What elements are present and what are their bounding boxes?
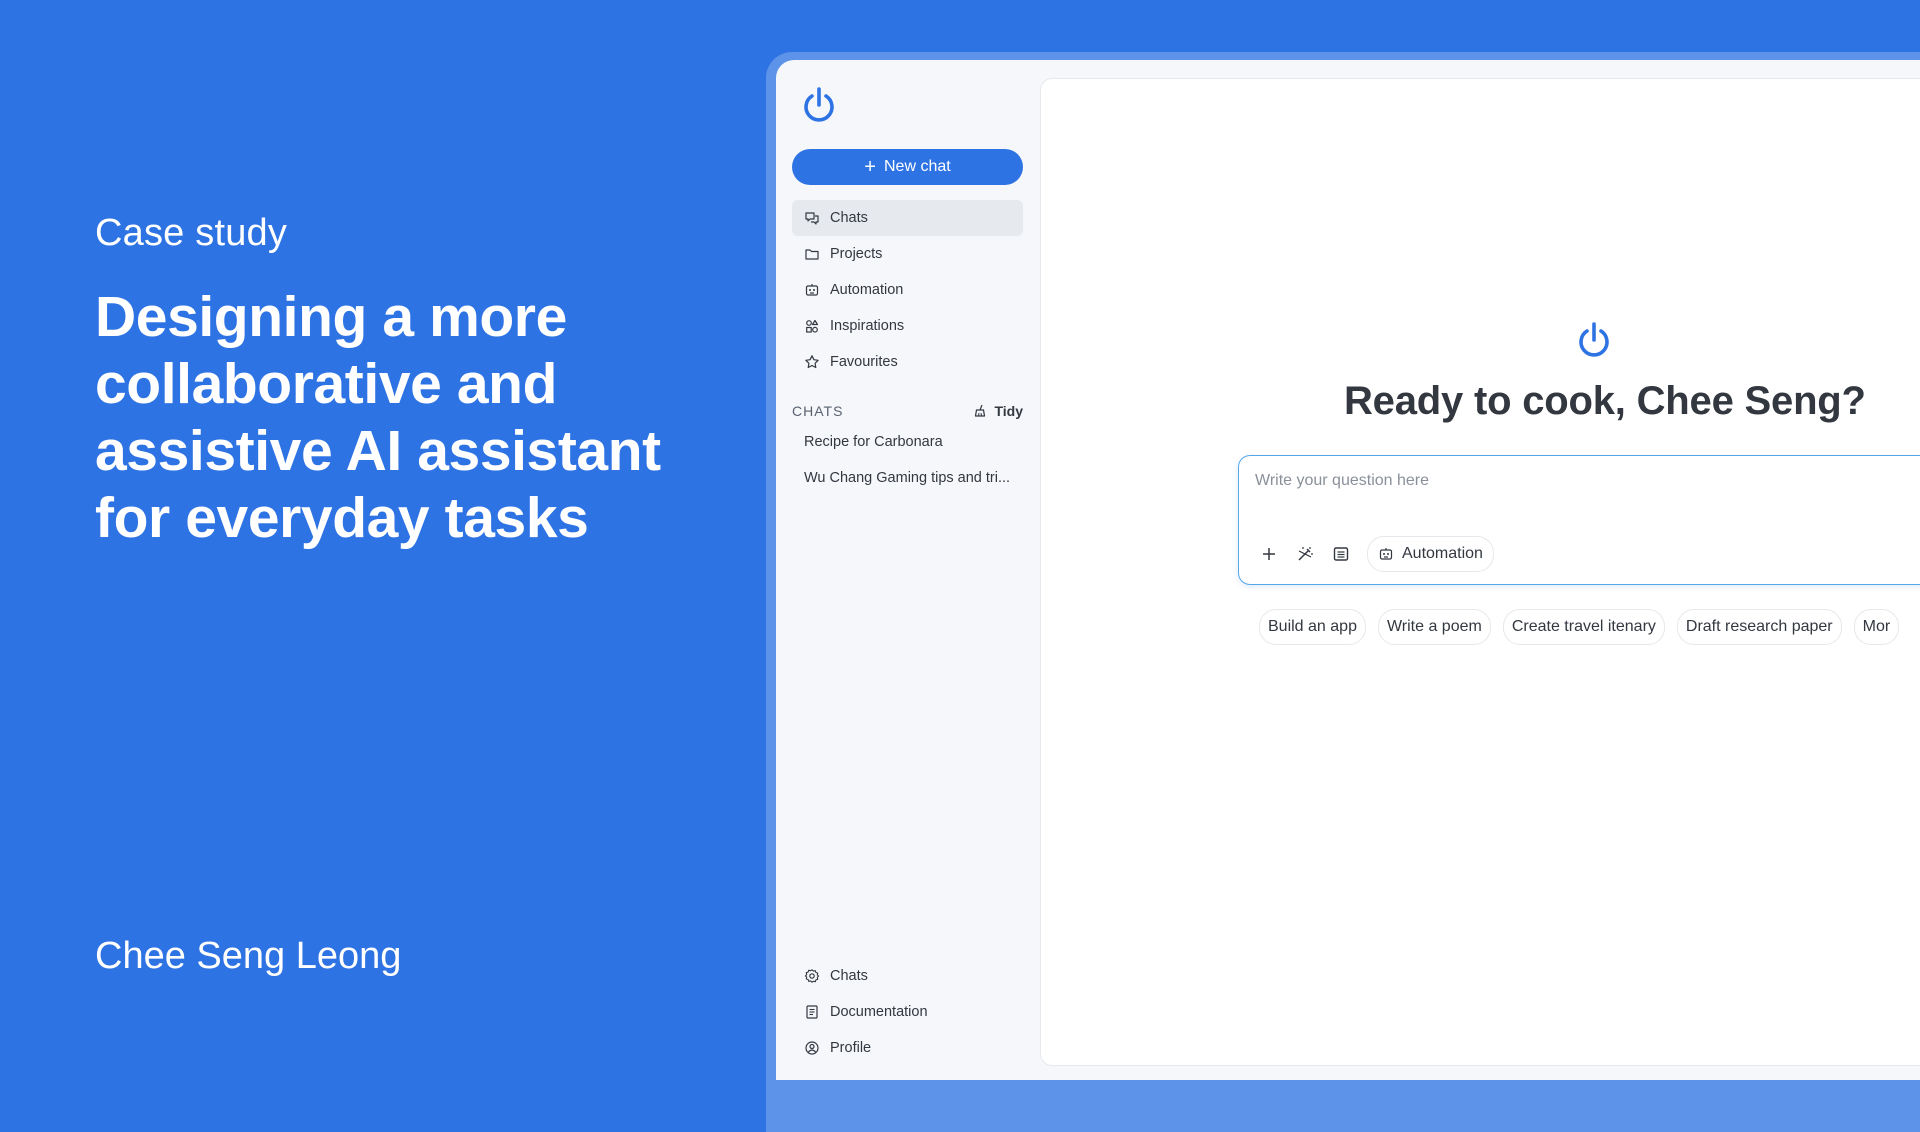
- nav-item-label: Automation: [830, 282, 904, 298]
- magic-wand-icon[interactable]: [1295, 544, 1315, 564]
- nav-item-label: Chats: [830, 210, 868, 226]
- tidy-label: Tidy: [994, 403, 1023, 419]
- author-name: Chee Seng Leong: [95, 935, 402, 977]
- star-icon: [804, 354, 820, 370]
- new-chat-button[interactable]: + New chat: [792, 149, 1023, 185]
- footer-item-chats[interactable]: Chats: [792, 958, 1023, 994]
- suggestion-chip[interactable]: Mor: [1853, 609, 1900, 645]
- user-circle-icon: [804, 1040, 820, 1056]
- chats-section-header: CHATS Tidy: [792, 403, 1023, 419]
- suggestion-chip[interactable]: Create travel itenary: [1502, 609, 1665, 645]
- robot-icon: [804, 282, 820, 298]
- greeting-heading: Ready to cook, Chee Seng?: [1344, 379, 1866, 423]
- footer-item-label: Documentation: [830, 1004, 928, 1020]
- suggestion-chip[interactable]: Draft research paper: [1676, 609, 1842, 645]
- nav-item-label: Favourites: [830, 354, 898, 370]
- hero-title: Designing a more collaborative and assis…: [95, 285, 661, 550]
- robot-icon: [1378, 546, 1394, 562]
- recent-chats-list: Recipe for Carbonara Wu Chang Gaming tip…: [792, 424, 1023, 496]
- suggestion-chips: Build an app Write a poem Create travel …: [1259, 609, 1900, 645]
- footer-nav: Chats Documentation Profile: [792, 958, 1023, 1066]
- tidy-button[interactable]: Tidy: [972, 403, 1023, 419]
- settings-icon: [804, 968, 820, 984]
- suggestion-chip[interactable]: Write a poem: [1377, 609, 1491, 645]
- nav-item-automation[interactable]: Automation: [792, 272, 1023, 308]
- case-study-eyebrow: Case study: [95, 212, 288, 254]
- suggestion-chip[interactable]: Build an app: [1259, 609, 1366, 645]
- nav-item-favourites[interactable]: Favourites: [792, 344, 1023, 380]
- recent-chat-item[interactable]: Wu Chang Gaming tips and tri...: [792, 460, 1023, 496]
- folder-icon: [804, 246, 820, 262]
- document-icon: [804, 1004, 820, 1020]
- shapes-icon: [804, 318, 820, 334]
- footer-item-label: Profile: [830, 1040, 872, 1056]
- document-list-icon[interactable]: [1331, 544, 1351, 564]
- primary-nav: Chats Projects Automation Inspirations F…: [792, 200, 1023, 380]
- footer-item-documentation[interactable]: Documentation: [792, 994, 1023, 1030]
- prompt-input[interactable]: [1253, 468, 1857, 494]
- plus-icon: +: [864, 156, 876, 178]
- recent-chat-item[interactable]: Recipe for Carbonara: [792, 424, 1023, 460]
- nav-item-projects[interactable]: Projects: [792, 236, 1023, 272]
- chat-bubbles-icon: [804, 210, 820, 226]
- add-attachment-icon[interactable]: [1259, 544, 1279, 564]
- broom-icon: [972, 403, 988, 419]
- nav-item-label: Inspirations: [830, 318, 905, 334]
- app-window: + New chat Chats Projects Automation Ins…: [776, 60, 1920, 1080]
- nav-item-label: Projects: [830, 246, 883, 262]
- sidebar: + New chat Chats Projects Automation Ins…: [776, 60, 1040, 1080]
- composer-toolbar: Automation: [1259, 536, 1494, 572]
- footer-item-profile[interactable]: Profile: [792, 1030, 1023, 1066]
- power-logo-icon: [1575, 319, 1613, 361]
- nav-item-chats[interactable]: Chats: [792, 200, 1023, 236]
- power-logo-icon[interactable]: [800, 84, 838, 126]
- footer-item-label: Chats: [830, 968, 868, 984]
- automation-chip[interactable]: Automation: [1367, 536, 1494, 572]
- new-chat-label: New chat: [883, 158, 951, 175]
- section-label: CHATS: [792, 403, 844, 419]
- automation-chip-label: Automation: [1402, 545, 1483, 562]
- nav-item-inspirations[interactable]: Inspirations: [792, 308, 1023, 344]
- prompt-composer: Automation: [1238, 455, 1920, 585]
- main-panel: Ready to cook, Chee Seng? Automation: [1040, 78, 1920, 1066]
